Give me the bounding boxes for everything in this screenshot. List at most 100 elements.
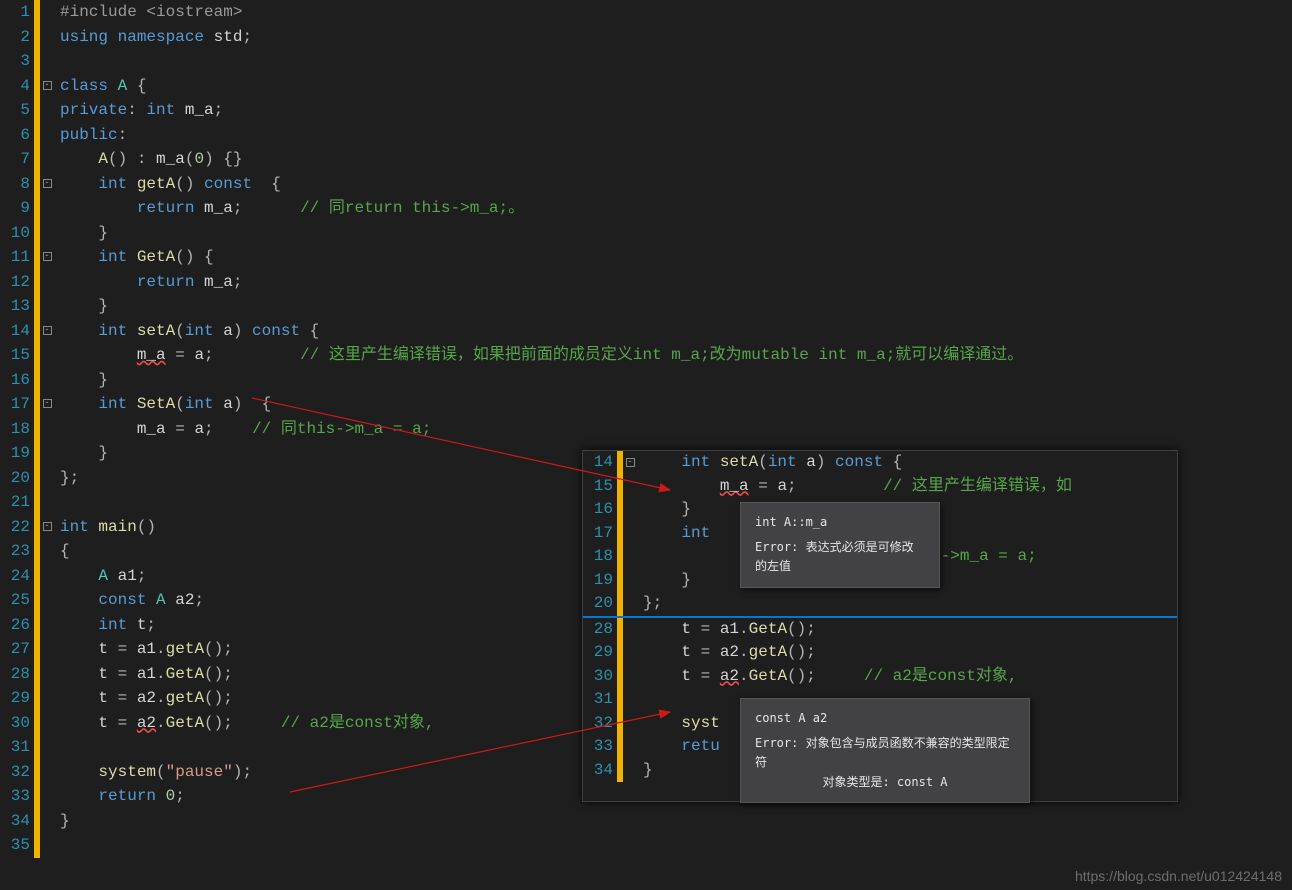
code-line[interactable]: 1#include <iostream> bbox=[0, 0, 1023, 25]
code-line[interactable]: 6public: bbox=[0, 123, 1023, 148]
fold-toggle[interactable]: - bbox=[40, 319, 54, 344]
line-number: 28 bbox=[583, 618, 617, 642]
code-line[interactable]: 5private: int m_a; bbox=[0, 98, 1023, 123]
code-line[interactable]: 15 m_a = a; // 这里产生编译错误，如果把前面的成员定义int m_… bbox=[0, 343, 1023, 368]
code-line[interactable]: 2using namespace std; bbox=[0, 25, 1023, 50]
fold-toggle[interactable]: - bbox=[623, 451, 637, 475]
code-text[interactable] bbox=[54, 833, 1023, 858]
code-text[interactable]: class A { bbox=[54, 74, 1023, 99]
fold-toggle bbox=[40, 760, 54, 785]
fold-toggle bbox=[40, 98, 54, 123]
fold-toggle bbox=[40, 686, 54, 711]
fold-toggle bbox=[40, 25, 54, 50]
code-line[interactable]: 17- int SetA(int a) { bbox=[0, 392, 1023, 417]
fold-toggle bbox=[40, 343, 54, 368]
line-number: 30 bbox=[0, 711, 34, 736]
fold-toggle bbox=[40, 147, 54, 172]
code-line[interactable]: 18 m_a = a; // 同this->m_a = a; bbox=[0, 417, 1023, 442]
code-text[interactable]: int GetA() { bbox=[54, 245, 1023, 270]
code-line[interactable]: 15 m_a = a; // 这里产生编译错误，如 bbox=[583, 475, 1177, 499]
fold-toggle bbox=[40, 564, 54, 589]
code-text[interactable]: #include <iostream> bbox=[54, 0, 1023, 25]
fold-toggle bbox=[40, 662, 54, 687]
code-text[interactable]: int setA(int a) const { bbox=[637, 451, 1177, 475]
fold-toggle bbox=[40, 711, 54, 736]
fold-toggle[interactable]: - bbox=[40, 245, 54, 270]
line-number: 13 bbox=[0, 294, 34, 319]
fold-toggle[interactable]: - bbox=[40, 515, 54, 540]
code-line[interactable]: 16 } bbox=[0, 368, 1023, 393]
code-text[interactable]: } bbox=[54, 221, 1023, 246]
code-text[interactable]: t = a2.getA(); bbox=[637, 641, 1177, 665]
line-number: 17 bbox=[583, 522, 617, 546]
code-text[interactable]: } bbox=[54, 809, 1023, 834]
code-line[interactable]: 11- int GetA() { bbox=[0, 245, 1023, 270]
fold-minus-icon[interactable]: - bbox=[43, 81, 52, 90]
fold-toggle bbox=[40, 417, 54, 442]
code-line[interactable]: 7 A() : m_a(0) {} bbox=[0, 147, 1023, 172]
code-text[interactable]: } bbox=[54, 368, 1023, 393]
tooltip-signature: const A a2 bbox=[755, 709, 1015, 728]
code-text[interactable]: return m_a; bbox=[54, 270, 1023, 295]
code-line[interactable]: 10 } bbox=[0, 221, 1023, 246]
code-text[interactable]: A() : m_a(0) {} bbox=[54, 147, 1023, 172]
fold-minus-icon[interactable]: - bbox=[626, 458, 635, 467]
code-text[interactable]: private: int m_a; bbox=[54, 98, 1023, 123]
fold-toggle[interactable]: - bbox=[40, 74, 54, 99]
code-line[interactable]: 34} bbox=[0, 809, 1023, 834]
code-text[interactable]: m_a = a; // 这里产生编译错误，如果把前面的成员定义int m_a;改… bbox=[54, 343, 1023, 368]
fold-toggle bbox=[40, 368, 54, 393]
code-text[interactable]: t = a1.GetA(); bbox=[637, 618, 1177, 642]
code-text[interactable]: int getA() const { bbox=[54, 172, 1023, 197]
fold-minus-icon[interactable]: - bbox=[43, 326, 52, 335]
code-text[interactable]: }; bbox=[637, 592, 1177, 616]
line-number: 8 bbox=[0, 172, 34, 197]
code-line[interactable]: 9 return m_a; // 同return this->m_a;。 bbox=[0, 196, 1023, 221]
code-text[interactable]: m_a = a; // 同this->m_a = a; bbox=[54, 417, 1023, 442]
fold-minus-icon[interactable]: - bbox=[43, 399, 52, 408]
fold-toggle bbox=[623, 688, 637, 712]
code-line[interactable]: 3 bbox=[0, 49, 1023, 74]
line-number: 10 bbox=[0, 221, 34, 246]
fold-toggle bbox=[40, 196, 54, 221]
line-number: 27 bbox=[0, 637, 34, 662]
code-line[interactable]: 20}; bbox=[583, 592, 1177, 616]
line-number: 22 bbox=[0, 515, 34, 540]
code-line[interactable]: 8- int getA() const { bbox=[0, 172, 1023, 197]
line-number: 24 bbox=[0, 564, 34, 589]
line-number: 30 bbox=[583, 665, 617, 689]
code-line[interactable]: 29 t = a2.getA(); bbox=[583, 641, 1177, 665]
code-line[interactable]: 35 bbox=[0, 833, 1023, 858]
code-line[interactable]: 12 return m_a; bbox=[0, 270, 1023, 295]
code-line[interactable]: 14- int setA(int a) const { bbox=[0, 319, 1023, 344]
fold-toggle bbox=[40, 784, 54, 809]
line-number: 31 bbox=[583, 688, 617, 712]
code-text[interactable]: return m_a; // 同return this->m_a;。 bbox=[54, 196, 1023, 221]
line-number: 16 bbox=[0, 368, 34, 393]
code-text[interactable]: } bbox=[54, 294, 1023, 319]
fold-minus-icon[interactable]: - bbox=[43, 522, 52, 531]
code-text[interactable]: public: bbox=[54, 123, 1023, 148]
code-text[interactable]: t = a2.GetA(); // a2是const对象, bbox=[637, 665, 1177, 689]
fold-toggle[interactable]: - bbox=[40, 392, 54, 417]
code-line[interactable]: 28 t = a1.GetA(); bbox=[583, 618, 1177, 642]
fold-minus-icon[interactable]: - bbox=[43, 252, 52, 261]
fold-toggle[interactable]: - bbox=[40, 172, 54, 197]
code-line[interactable]: 13 } bbox=[0, 294, 1023, 319]
code-text[interactable]: int setA(int a) const { bbox=[54, 319, 1023, 344]
code-text[interactable]: int SetA(int a) { bbox=[54, 392, 1023, 417]
line-number: 21 bbox=[0, 490, 34, 515]
fold-toggle bbox=[623, 735, 637, 759]
fold-toggle bbox=[623, 545, 637, 569]
fold-minus-icon[interactable]: - bbox=[43, 179, 52, 188]
line-number: 18 bbox=[0, 417, 34, 442]
code-text[interactable] bbox=[54, 49, 1023, 74]
code-text[interactable]: using namespace std; bbox=[54, 25, 1023, 50]
code-text[interactable]: m_a = a; // 这里产生编译错误，如 bbox=[637, 475, 1177, 499]
line-number: 17 bbox=[0, 392, 34, 417]
code-line[interactable]: 30 t = a2.GetA(); // a2是const对象, bbox=[583, 665, 1177, 689]
code-line[interactable]: 14- int setA(int a) const { bbox=[583, 451, 1177, 475]
fold-toggle bbox=[40, 809, 54, 834]
watermark: https://blog.csdn.net/u012424148 bbox=[1075, 868, 1282, 884]
code-line[interactable]: 4-class A { bbox=[0, 74, 1023, 99]
